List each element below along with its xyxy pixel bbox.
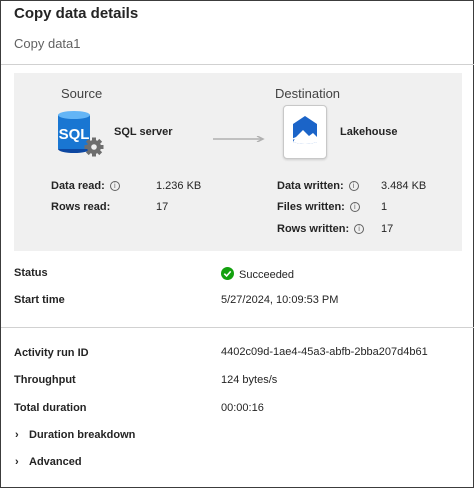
status-value: Succeeded	[239, 269, 295, 281]
chevron-right-icon: ›	[15, 429, 19, 441]
divider	[1, 327, 474, 328]
activity-run-id-label: Activity run ID	[14, 347, 89, 359]
duration-breakdown-expander[interactable]: › Duration breakdown	[15, 429, 135, 441]
activity-run-id-value: 4402c09d-1ae4-45a3-abfb-2bba207d4b61	[221, 346, 428, 358]
status-label: Status	[14, 267, 48, 279]
activity-name: Copy data1	[14, 36, 81, 51]
throughput-value: 124 bytes/s	[221, 374, 278, 386]
rows-written-value: 17	[381, 223, 394, 235]
rows-written-label: Rows written: i	[277, 223, 365, 235]
source-label: Source	[61, 86, 103, 101]
files-written-label: Files written: i	[277, 201, 360, 213]
data-read-label: Data read: i	[51, 180, 120, 192]
destination-label: Destination	[275, 86, 341, 101]
data-read-value: 1.236 KB	[156, 180, 202, 192]
sql-icon-text: SQL	[59, 126, 90, 143]
start-time-value: 5/27/2024, 10:09:53 PM	[221, 294, 339, 306]
arrow-right-icon	[213, 129, 265, 147]
lakehouse-icon	[283, 105, 327, 159]
divider	[1, 64, 474, 65]
gear-icon	[84, 137, 104, 157]
total-duration-value: 00:00:16	[221, 402, 264, 414]
destination-name: Lakehouse	[340, 126, 398, 138]
page-title: Copy data details	[14, 5, 139, 22]
data-written-value: 3.484 KB	[381, 180, 427, 192]
check-circle-icon	[221, 267, 234, 280]
sql-server-icon: SQL	[54, 109, 106, 162]
data-written-label: Data written: i	[277, 180, 359, 192]
info-icon[interactable]: i	[109, 181, 120, 191]
advanced-expander[interactable]: › Advanced	[15, 456, 82, 468]
chevron-right-icon: ›	[15, 456, 19, 468]
info-icon[interactable]: i	[354, 224, 365, 234]
total-duration-label: Total duration	[14, 402, 87, 414]
rows-read-label: Rows read:	[51, 201, 111, 213]
start-time-label: Start time	[14, 294, 65, 306]
rows-read-value: 17	[156, 201, 169, 213]
throughput-label: Throughput	[14, 374, 76, 386]
files-written-value: 1	[381, 201, 388, 213]
source-name: SQL server	[114, 126, 173, 138]
status-badge: Succeeded	[221, 267, 294, 281]
info-icon[interactable]: i	[349, 202, 360, 212]
info-icon[interactable]: i	[348, 181, 359, 191]
